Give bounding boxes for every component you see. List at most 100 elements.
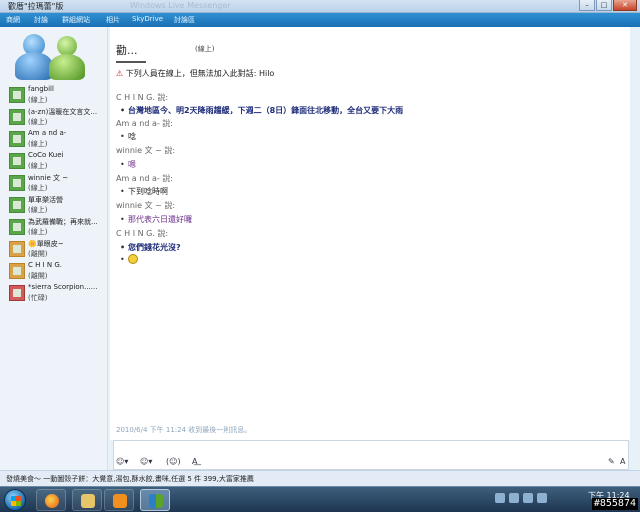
ad-bar: 發燒美食～ 一動圖殼子餅：大覺意,湯包,酥水餃,畫咪,任選 5 件 399,大富… [0, 470, 640, 486]
firefox-icon [45, 494, 59, 508]
type-button[interactable]: A [620, 457, 625, 466]
contact-item[interactable]: C H I N G. (離開) [6, 259, 106, 281]
contact-status: (線上) [28, 206, 48, 214]
contact-avatar [9, 131, 25, 147]
notice-text: 下列人員在線上，但無法加入此對話: Hilo [125, 69, 275, 78]
menu-item-5[interactable]: 討論區 [174, 15, 195, 25]
contact-item[interactable]: 🌼單眼皮~ (離開) [6, 237, 106, 259]
warning-icon: ⚠ [116, 69, 124, 78]
minimize-button[interactable]: – [579, 0, 595, 11]
contact-status: (線上) [28, 228, 48, 236]
contact-avatar [9, 87, 25, 103]
contact-name: (a-zn)溫暖在文言文... [28, 108, 98, 116]
contact-status: (離開) [28, 272, 48, 280]
nudge-button[interactable]: (☺) [166, 457, 181, 466]
taskbar-messenger[interactable] [140, 489, 170, 511]
window-title: 歡厝"拉瑪蕾"版 [8, 2, 64, 11]
smiley-icon [128, 254, 138, 264]
network-icon[interactable] [523, 493, 533, 503]
contact-panel: fangbill (線上) (a-zn)溫暖在文言文... (線上) Am a … [0, 27, 108, 470]
folder-icon [81, 494, 95, 508]
messenger-icon [149, 494, 163, 508]
message-text: • 您們錢花光沒? [120, 243, 181, 252]
contact-item[interactable]: winnie 文 ~ (線上) [6, 171, 106, 193]
contact-name: winnie 文 ~ [28, 174, 69, 182]
menu-bar: 商網 討論 群組網站 相片 SkyDrive 討論區 [0, 13, 640, 27]
contact-status: (線上) [28, 118, 48, 126]
contact-status: (線上) [28, 184, 48, 192]
message-speaker: C H I N G. 說: [116, 229, 169, 238]
contact-name: *sierra Scorpion...... [28, 283, 98, 291]
contact-name: C H I N G. [28, 261, 63, 269]
contact-name: 🌼單眼皮~ [28, 240, 64, 248]
maximize-button[interactable]: □ [596, 0, 612, 11]
font-button[interactable]: A͟ [192, 457, 197, 466]
emoticon-button[interactable]: ☺▾ [116, 457, 128, 466]
title-bar: 歡厝"拉瑪蕾"版 Windows Live Messenger – □ ✕ [0, 0, 640, 13]
contact-avatar [9, 219, 25, 235]
media-player-icon [113, 494, 127, 508]
tray-messenger-icon[interactable] [509, 493, 519, 503]
contact-item[interactable]: (a-zn)溫暖在文言文... (線上) [6, 105, 106, 127]
contact-name: fangbill [28, 85, 54, 93]
contact-name: Am a nd a- [28, 129, 67, 137]
menu-item-2[interactable]: 群組網站 [62, 15, 90, 25]
menu-item-4[interactable]: SkyDrive [132, 15, 163, 23]
message-text: • 唸 [120, 132, 136, 141]
contact-item[interactable]: Am a nd a- (線上) [6, 127, 106, 149]
contact-avatar [9, 285, 25, 301]
handwrite-button[interactable]: ✎ [608, 457, 615, 466]
contact-status: (忙碌) [28, 294, 48, 302]
offline-notice: ⚠ 下列人員在線上，但無法加入此對話: Hilo [116, 68, 274, 79]
contact-item[interactable]: 為武羅備戰；再來就... (線上) [6, 215, 106, 237]
contact-name: CoCo Kuei [28, 151, 64, 159]
tray-arrow-icon[interactable] [495, 493, 505, 503]
contact-status: (線上) [28, 162, 48, 170]
close-button[interactable]: ✕ [613, 0, 637, 11]
window-controls: – □ ✕ [578, 0, 637, 11]
taskbar: 下午 11:24 [0, 486, 640, 512]
window-ghost-title: Windows Live Messenger [130, 1, 231, 10]
contact-avatar [9, 197, 25, 213]
contact-name: 單車樂活營 [28, 196, 63, 204]
ad-link[interactable]: 發燒美食～ 一動圖殼子餅：大覺意,湯包,酥水餃,畫咪,任選 5 件 399,大富… [6, 474, 254, 484]
header-divider [116, 61, 146, 63]
contact-item[interactable]: CoCo Kuei (線上) [6, 149, 106, 171]
message-emoticon: • [120, 254, 138, 264]
last-message-time: 2010/6/4 下午 11:24 收到最後一則訊息。 [116, 426, 252, 434]
contact-item[interactable]: fangbill (線上) [6, 83, 106, 105]
conversation-pane: 勸... (線上) ⚠ 下列人員在線上，但無法加入此對話: Hilo C H I… [110, 27, 630, 440]
contact-avatar [9, 175, 25, 191]
conversation-status: (線上) [195, 45, 215, 53]
wink-button[interactable]: ☺▾ [140, 457, 152, 466]
contact-name: 為武羅備戰；再來就... [28, 218, 98, 226]
menu-item-0[interactable]: 商網 [6, 15, 20, 25]
message-speaker: winnie 文 ~ 說: [116, 201, 176, 210]
windows-logo-icon [11, 496, 21, 506]
contact-avatar [9, 109, 25, 125]
watermark: #855874 [591, 498, 638, 510]
message-speaker: Am a nd a- 說: [116, 174, 173, 183]
message-text: • 台灣地區今、明2天降雨趨緩，下週二（8日）鋒面往北移動，全台又要下大雨 [120, 106, 404, 115]
taskbar-explorer[interactable] [72, 489, 102, 511]
taskbar-firefox[interactable] [36, 489, 66, 511]
menu-item-1[interactable]: 討論 [34, 15, 48, 25]
contact-item[interactable]: 單車樂活營 (線上) [6, 193, 106, 215]
contact-status: (線上) [28, 140, 48, 148]
contact-avatar [9, 241, 25, 257]
message-text: • 嗯 [120, 160, 136, 169]
system-tray [495, 493, 555, 505]
contact-avatar [9, 263, 25, 279]
start-button[interactable] [4, 489, 26, 511]
menu-item-3[interactable]: 相片 [106, 15, 120, 25]
contact-status: (線上) [28, 96, 48, 104]
message-speaker: Am a nd a- 說: [116, 119, 173, 128]
message-speaker: C H I N G. 說: [116, 93, 169, 102]
conversation-title: 勸... [116, 44, 138, 57]
taskbar-media[interactable] [104, 489, 134, 511]
contact-item[interactable]: *sierra Scorpion...... (忙碌) [6, 281, 106, 303]
message-speaker: winnie 文 ~ 說: [116, 146, 176, 155]
volume-icon[interactable] [537, 493, 547, 503]
message-input[interactable]: ☺▾ ☺▾ (☺) A͟ ✎ A [113, 440, 629, 470]
contact-status: (離開) [28, 250, 48, 258]
